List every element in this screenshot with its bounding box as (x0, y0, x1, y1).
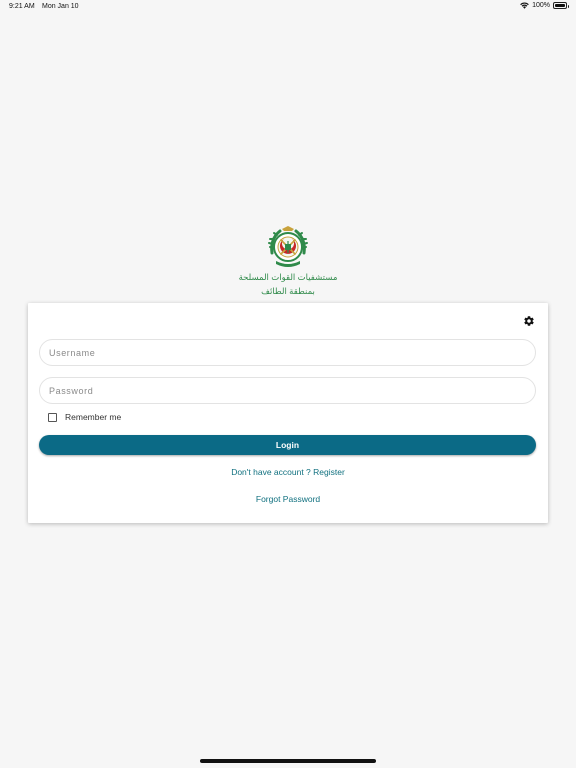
status-bar: 9:21 AM Mon Jan 10 100% (0, 0, 576, 14)
login-button[interactable]: Login (39, 435, 536, 455)
register-link[interactable]: Don't have account ? Register (28, 467, 548, 477)
battery-icon (553, 2, 569, 9)
username-input[interactable] (39, 339, 536, 366)
remember-me-label: Remember me (65, 412, 122, 422)
remember-me-row[interactable]: Remember me (48, 412, 121, 422)
org-name-line2: بمنطقة الطائف (261, 286, 315, 296)
battery-percent: 100% (532, 2, 550, 9)
wifi-icon (520, 2, 529, 9)
gear-icon (524, 316, 534, 326)
status-date: Mon Jan 10 (42, 3, 79, 10)
settings-button[interactable] (522, 314, 536, 328)
battery-level (555, 4, 565, 7)
status-time: 9:21 AM (9, 3, 35, 10)
password-input[interactable] (39, 377, 536, 404)
armed-forces-hospital-emblem (268, 226, 308, 267)
forgot-password-link[interactable]: Forgot Password (28, 494, 548, 504)
home-indicator (200, 759, 376, 763)
login-screen: 9:21 AM Mon Jan 10 100% مستشفيات القوات … (0, 0, 576, 768)
org-name-line1: مستشفيات القوات المسلحة (238, 272, 338, 282)
remember-me-checkbox[interactable] (48, 412, 57, 422)
status-right: 100% (520, 2, 569, 9)
login-card: Remember me Login Don't have account ? R… (28, 303, 548, 523)
